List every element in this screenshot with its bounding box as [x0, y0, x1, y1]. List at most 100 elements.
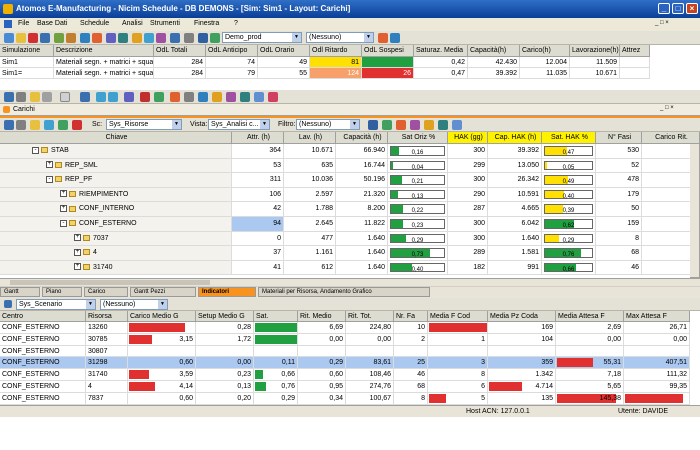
ind-cell-setup[interactable]: 0,00: [196, 357, 254, 370]
carichi-cell-sathak[interactable]: 0,39: [542, 202, 596, 217]
zoom-icon[interactable]: [390, 33, 400, 43]
monitor-icon[interactable]: [198, 33, 208, 43]
tree-row-riempimento[interactable]: + RIEMPIMENTO: [0, 187, 232, 203]
ind-cell-maf[interactable]: 0,00: [556, 333, 624, 346]
carichi-col-header[interactable]: HAK (gg): [448, 132, 488, 144]
ind-cell-sat[interactable]: 0,11: [254, 357, 298, 370]
ind-cell-nrf[interactable]: [394, 345, 428, 358]
ind-cell-nrf[interactable]: 25: [394, 357, 428, 370]
carichi-cell-sathak[interactable]: 0,05: [542, 158, 596, 174]
ind-col-header[interactable]: Carico Medio G: [128, 311, 196, 322]
expand-icon[interactable]: +: [60, 205, 67, 213]
tab-carico[interactable]: Carico: [84, 287, 128, 297]
ind-cell-carico[interactable]: [128, 345, 196, 358]
carichi-cell-attr[interactable]: 37: [232, 246, 284, 261]
sim-col-header[interactable]: Saturaz. Media: [414, 45, 468, 57]
ind-cell-risorsa[interactable]: 31298: [86, 357, 128, 370]
tree-row-7037[interactable]: +7037: [0, 231, 232, 247]
collapse-icon[interactable]: -: [32, 146, 39, 154]
run-icon[interactable]: [54, 33, 64, 43]
tree-row-conf_interno[interactable]: + CONF_INTERNO: [0, 202, 232, 217]
tab-materiali-per-risorsa-andamento-grafico[interactable]: Materiali per Risorsa, Andamento Grafico: [258, 287, 430, 297]
ind-cell-maxa[interactable]: 99,35: [624, 381, 690, 393]
menu-analisi[interactable]: Analisi: [122, 20, 143, 27]
carichi-cell-caphak[interactable]: 1.640: [488, 231, 542, 247]
sim-cell[interactable]: [620, 57, 650, 68]
print-icon[interactable]: [170, 33, 180, 43]
ind-cell-mfc[interactable]: 8: [428, 369, 488, 381]
ind-cell-risorsa[interactable]: 13260: [86, 322, 128, 334]
carichi-cell-fasi[interactable]: 52: [596, 158, 642, 174]
ind-cell-sat[interactable]: 0,66: [254, 369, 298, 381]
carichi-cell-sat[interactable]: 0,23: [388, 217, 448, 232]
chart-view-icon[interactable]: [368, 120, 378, 130]
ind-cell-risorsa[interactable]: 30807: [86, 345, 128, 358]
ind-cell-sat[interactable]: 0,29: [254, 392, 298, 405]
sim-cell[interactable]: Sim1=: [0, 68, 54, 79]
redo-icon[interactable]: [108, 92, 118, 102]
ind-cell-maf[interactable]: 55,31: [556, 357, 624, 370]
carichi-cell-caphak[interactable]: 4.665: [488, 202, 542, 217]
ind-cell-maxa[interactable]: 0,00: [624, 333, 690, 346]
carichi-cell-lav[interactable]: 612: [284, 260, 336, 276]
app-menu-icon[interactable]: [4, 20, 12, 28]
print-layout-icon[interactable]: [16, 92, 26, 102]
carichi-expand-icon[interactable]: [58, 120, 68, 130]
layout-select-icon[interactable]: [60, 92, 70, 102]
carichi-save-icon[interactable]: [4, 120, 14, 130]
ind-cell-mpc[interactable]: 169: [488, 322, 556, 334]
carichi-cell-lav[interactable]: 10.036: [284, 173, 336, 188]
carichi-refresh-icon[interactable]: [44, 120, 54, 130]
ind-cell-setup[interactable]: 1,72: [196, 333, 254, 346]
ind-cell-maf[interactable]: 5,65: [556, 381, 624, 393]
monitor2-icon[interactable]: [254, 92, 264, 102]
carichi-cell-sat[interactable]: 0,21: [388, 173, 448, 188]
expand-icon[interactable]: +: [74, 234, 81, 242]
carichi-cell-cap[interactable]: 1.640: [336, 231, 388, 247]
ind-cell-mfc[interactable]: [428, 345, 488, 358]
ind-cell-maf[interactable]: 2,69: [556, 322, 624, 334]
gantt-view-icon[interactable]: [396, 120, 406, 130]
carichi-cell-hak[interactable]: 300: [448, 144, 488, 159]
folder-icon[interactable]: [30, 92, 40, 102]
ind-cell-ritt[interactable]: 100,67: [346, 392, 394, 405]
ind-cell-centro[interactable]: CONF_ESTERNO: [0, 381, 86, 393]
sim-cell[interactable]: 26: [362, 68, 414, 79]
refresh-icon[interactable]: [80, 33, 90, 43]
tree-row-conf_esterno[interactable]: - CONF_ESTERNO: [0, 217, 232, 232]
sc-select[interactable]: Sys_Risorse ▼: [106, 119, 182, 130]
carichi-cell-lav[interactable]: 1.161: [284, 246, 336, 261]
carichi-cell-hak[interactable]: 299: [448, 158, 488, 174]
calendar-view-icon[interactable]: [424, 120, 434, 130]
ind-cell-mfc[interactable]: 3: [428, 357, 488, 370]
sim-cell[interactable]: 11.509: [570, 57, 620, 68]
sim-cell[interactable]: 11.035: [520, 68, 570, 79]
sim-cell[interactable]: 0,47: [414, 68, 468, 79]
ind-cell-sat[interactable]: 0,76: [254, 381, 298, 393]
carichi-scroll-thumb[interactable]: [10, 280, 210, 285]
tree-row-rep_pf[interactable]: - REP_PF: [0, 173, 232, 188]
filtro-select[interactable]: (Nessuno) ▼: [296, 119, 360, 130]
carichi-cell-fasi[interactable]: 478: [596, 173, 642, 188]
ind-cell-maf[interactable]: 7,18: [556, 369, 624, 381]
apply-icon[interactable]: [378, 33, 388, 43]
carichi-col-header[interactable]: Cap. HAK (h): [488, 132, 542, 144]
sim-cell[interactable]: 42.430: [468, 57, 520, 68]
carichi-folder-icon[interactable]: [30, 120, 40, 130]
schedule-icon[interactable]: [106, 33, 116, 43]
ind-cell-carico[interactable]: 4,14: [128, 381, 196, 393]
carichi-col-header[interactable]: Attr. (h): [232, 132, 284, 144]
undo-icon[interactable]: [96, 92, 106, 102]
ind-cell-risorsa[interactable]: 30785: [86, 333, 128, 346]
settings-icon[interactable]: [132, 33, 142, 43]
scenario-select[interactable]: Demo_prod ▼: [222, 32, 302, 43]
tree-icon[interactable]: [226, 92, 236, 102]
sim-cell[interactable]: 12.004: [520, 57, 570, 68]
carichi-col-header[interactable]: Carico Rit.: [642, 132, 700, 144]
export-icon[interactable]: [144, 33, 154, 43]
ind-col-header[interactable]: Max Attesa F: [624, 311, 690, 322]
ind-cell-ritm[interactable]: 6,69: [298, 322, 346, 334]
new-icon[interactable]: [4, 33, 14, 43]
menu-strumenti[interactable]: Strumenti: [150, 20, 180, 27]
carichi-cell-hak[interactable]: 287: [448, 202, 488, 217]
